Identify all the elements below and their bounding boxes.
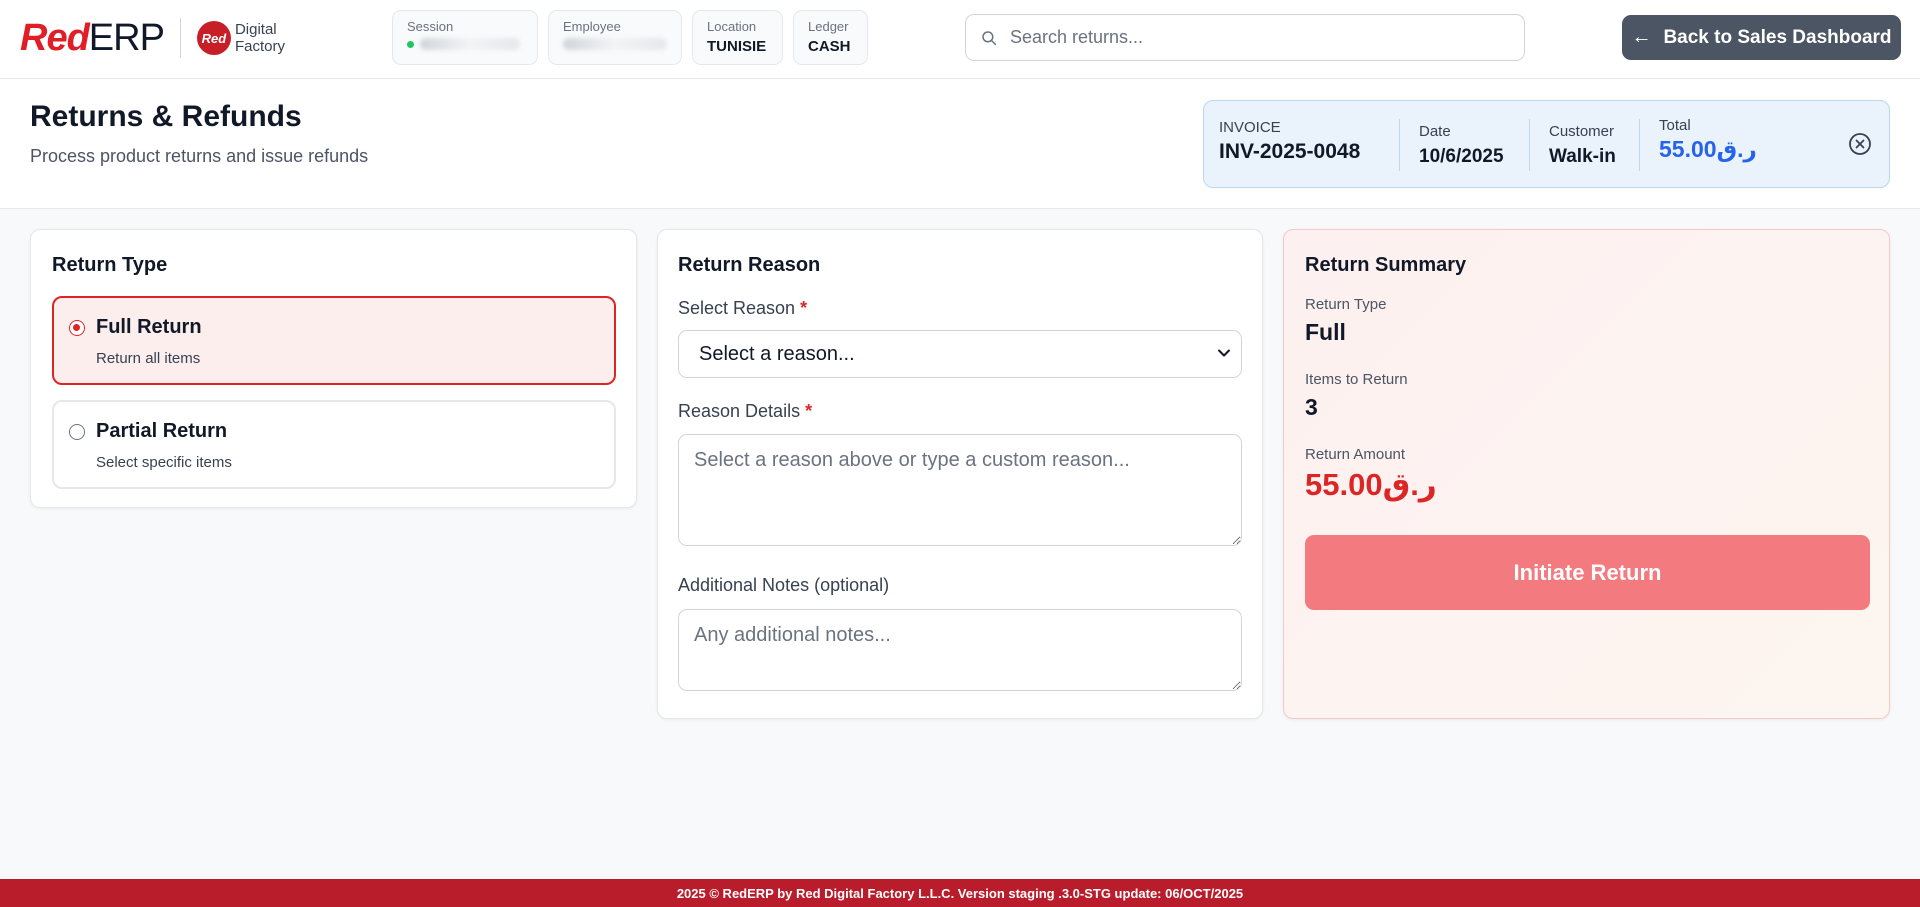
page-subtitle: Process product returns and issue refund… [30, 146, 369, 166]
online-status-icon [407, 40, 414, 48]
full-return-desc: Return all items [96, 350, 201, 367]
full-return-title: Full Return [96, 316, 202, 338]
employee-redacted [563, 38, 667, 50]
search-box[interactable] [965, 14, 1525, 61]
return-reason-title: Return Reason [678, 254, 821, 276]
chevron-down-icon [1218, 349, 1230, 357]
partner-line-2: Factory [234, 38, 285, 55]
return-summary-card: Return Summary Return Type Full Items to… [1283, 229, 1890, 719]
digital-factory-logo: Red [196, 21, 231, 55]
summary-amount-value: 55.00ر.ق [1305, 467, 1437, 502]
page-header: Returns & Refunds Process product return… [0, 79, 1920, 209]
location-value: TUNISIE [707, 38, 767, 55]
invoice-label: INVOICE [1219, 119, 1281, 136]
reason-details-label: Reason Details * [678, 401, 812, 422]
partner-line-1: Digital [234, 21, 277, 38]
select-reason-label: Select Reason * [678, 298, 807, 319]
invoice-date: 10/6/2025 [1419, 146, 1504, 167]
session-redacted [420, 38, 520, 50]
invoice-number-group: INVOICE INV-2025-0048 [1219, 119, 1360, 164]
summary-items-value: 3 [1305, 394, 1318, 420]
summary-items-label: Items to Return [1305, 371, 1408, 388]
rederp-logo: Red ERP [20, 17, 165, 59]
location-chip[interactable]: Location TUNISIE [692, 10, 783, 65]
invoice-customer-group: Customer Walk-in [1549, 123, 1616, 168]
select-reason-label-text: Select Reason [678, 298, 796, 318]
invoice-date-label: Date [1419, 123, 1451, 140]
invoice-info-card: INVOICE INV-2025-0048 Date 10/6/2025 Cus… [1203, 100, 1890, 188]
brand-divider [179, 18, 181, 58]
return-type-title: Return Type [52, 254, 168, 276]
ledger-chip[interactable]: Ledger CASH [793, 10, 868, 65]
ledger-value: CASH [808, 38, 851, 55]
back-button-label: Back to Sales Dashboard [1663, 26, 1892, 48]
invoice-customer: Walk-in [1549, 146, 1616, 167]
partial-return-option[interactable]: Partial Return Select specific items [52, 400, 616, 489]
summary-type-label: Return Type [1305, 296, 1387, 313]
invoice-customer-label: Customer [1549, 123, 1615, 140]
page-title: Returns & Refunds [30, 100, 302, 133]
digital-factory-name: Digital Factory [235, 21, 285, 55]
invoice-number: INV-2025-0048 [1219, 140, 1361, 163]
required-mark: * [800, 298, 808, 318]
return-summary-title: Return Summary [1305, 254, 1467, 276]
additional-notes-textarea[interactable] [678, 609, 1242, 691]
session-value [407, 38, 523, 50]
reason-details-label-text: Reason Details [678, 401, 801, 421]
logo-erp-text: ERP [88, 17, 165, 59]
session-label: Session [407, 19, 454, 34]
employee-label: Employee [563, 19, 621, 34]
full-return-option[interactable]: Full Return Return all items [52, 296, 616, 385]
search-input[interactable] [1010, 27, 1490, 48]
required-mark: * [805, 401, 813, 421]
session-chip[interactable]: Session [392, 10, 538, 65]
invoice-divider [1529, 119, 1530, 171]
back-to-sales-dashboard-button[interactable]: ← Back to Sales Dashboard [1622, 15, 1901, 60]
reason-select[interactable]: Select a reason... [678, 330, 1242, 378]
invoice-divider [1399, 119, 1400, 171]
partial-return-title: Partial Return [96, 420, 228, 442]
invoice-total: 55.00ر.ق [1659, 136, 1757, 162]
logo-red-text: Red [20, 17, 90, 59]
invoice-total-group: Total 55.00ر.ق [1659, 117, 1757, 163]
location-label: Location [707, 19, 757, 34]
invoice-date-group: Date 10/6/2025 [1419, 123, 1504, 168]
top-bar: Red ERP Red Digital Factory Session Emplo… [0, 0, 1920, 79]
partial-return-radio[interactable] [69, 424, 85, 440]
invoice-total-label: Total [1659, 117, 1691, 134]
initiate-return-button[interactable]: Initiate Return [1305, 535, 1870, 610]
close-circle-icon[interactable] [1848, 132, 1872, 156]
summary-amount-label: Return Amount [1305, 446, 1406, 463]
return-type-card: Return Type Full Return Return all items… [30, 229, 637, 508]
footer-text: 2025 © RedERP by Red Digital Factory L.L… [676, 885, 1244, 901]
return-reason-card: Return Reason Select Reason * Select a r… [657, 229, 1263, 719]
ledger-label: Ledger [808, 19, 849, 34]
summary-type-value: Full [1305, 319, 1346, 345]
reason-select-value: Select a reason... [699, 342, 855, 365]
reason-details-textarea[interactable] [678, 434, 1242, 546]
invoice-divider [1639, 119, 1640, 171]
full-return-radio[interactable] [69, 320, 85, 336]
search-icon [982, 30, 997, 45]
arrow-left-icon: ← [1631, 26, 1652, 48]
employee-value [563, 38, 667, 50]
brand[interactable]: Red ERP Red Digital Factory [20, 18, 285, 58]
employee-chip[interactable]: Employee [548, 10, 682, 65]
footer: 2025 © RedERP by Red Digital Factory L.L… [0, 879, 1920, 907]
additional-notes-label: Additional Notes (optional) [678, 575, 890, 595]
partial-return-desc: Select specific items [96, 454, 232, 471]
